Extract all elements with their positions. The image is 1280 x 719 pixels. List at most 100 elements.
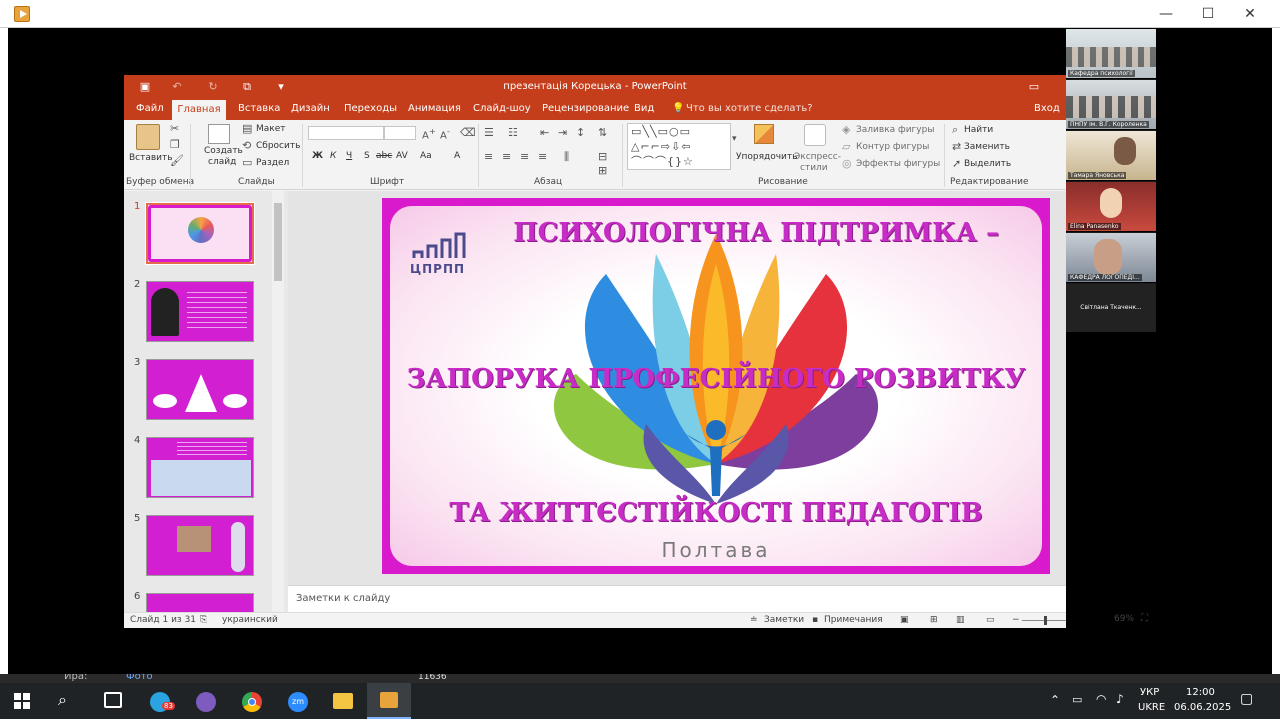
volume-icon[interactable]: ♪: [1116, 692, 1124, 706]
shape-effects-icon[interactable]: ◎: [842, 157, 852, 170]
input-language[interactable]: УКР: [1140, 687, 1159, 698]
section-icon[interactable]: ▭: [242, 156, 252, 169]
new-slide-icon[interactable]: [208, 124, 230, 144]
participant-tile[interactable]: Кафедра психології: [1066, 29, 1156, 79]
find-button[interactable]: Найти: [964, 125, 993, 135]
participant-tile[interactable]: КАФЕДРА ЛОГОПЕДІ...: [1066, 233, 1156, 283]
shadow-button[interactable]: S: [364, 151, 370, 161]
reading-view-icon[interactable]: ▥: [956, 615, 965, 625]
justify-icon[interactable]: ≡: [538, 150, 547, 163]
comments-icon[interactable]: ▪: [812, 615, 818, 625]
align-text-icon[interactable]: ⊟: [598, 150, 607, 163]
align-center-icon[interactable]: ≡: [502, 150, 511, 163]
minimize-button[interactable]: —: [1146, 4, 1186, 24]
select-icon[interactable]: ➚: [952, 157, 961, 170]
maximize-button[interactable]: ☐: [1188, 4, 1228, 24]
signin-link[interactable]: Вход: [1032, 103, 1062, 114]
select-button[interactable]: Выделить: [964, 159, 1011, 169]
layout-button[interactable]: Макет: [256, 124, 286, 134]
comments-button[interactable]: Примечания: [824, 615, 883, 625]
columns-icon[interactable]: ⫼: [564, 150, 569, 164]
tab-view[interactable]: Вид: [632, 103, 656, 114]
shape-fill-button[interactable]: Заливка фигуры: [856, 125, 934, 135]
notes-toggle-button[interactable]: Заметки: [764, 615, 804, 625]
paste-button[interactable]: Вставить: [129, 153, 173, 163]
notif-link[interactable]: Фото: [126, 674, 153, 682]
clear-format-icon[interactable]: ⌫: [460, 126, 476, 139]
quick-styles-icon[interactable]: [804, 124, 826, 146]
fit-slide-icon[interactable]: ⛶: [1141, 613, 1148, 624]
slide-thumbnail-1[interactable]: [145, 202, 255, 265]
strikethrough-button[interactable]: abc: [376, 151, 392, 161]
bold-button[interactable]: Ж: [312, 151, 323, 161]
font-size-combo[interactable]: [384, 126, 416, 140]
zoom-slider[interactable]: [1022, 616, 1066, 625]
slide-thumbnail-5[interactable]: [146, 515, 254, 576]
tab-design[interactable]: Дизайн: [289, 103, 332, 114]
notes-toggle-icon[interactable]: ≐: [750, 615, 758, 625]
font-color-button[interactable]: A: [454, 151, 460, 161]
smartart-icon[interactable]: ⊞: [598, 164, 607, 177]
slide-sorter-icon[interactable]: ⊞: [930, 615, 938, 625]
search-icon[interactable]: ⌕: [58, 690, 67, 710]
shape-outline-button[interactable]: Контур фигуры: [856, 142, 929, 152]
slide-thumbnail-3[interactable]: [146, 359, 254, 420]
tab-home[interactable]: Главная: [172, 100, 226, 120]
close-button[interactable]: ✕: [1230, 4, 1270, 24]
change-case-button[interactable]: Aa: [420, 151, 432, 161]
windows-start-icon[interactable]: [14, 693, 30, 709]
reset-icon[interactable]: ⟲: [242, 139, 251, 152]
reset-button[interactable]: Сбросить: [256, 141, 300, 151]
input-language-sub[interactable]: UKRE: [1138, 702, 1165, 713]
tab-insert[interactable]: Вставка: [236, 103, 282, 114]
find-icon[interactable]: ⌕: [952, 123, 958, 137]
chrome-icon[interactable]: [242, 692, 262, 712]
shrink-font-icon[interactable]: A-: [440, 126, 450, 141]
notifications-icon[interactable]: ▢: [1240, 691, 1253, 707]
shape-fill-icon[interactable]: ◈: [842, 123, 850, 136]
slide-thumbnail-6[interactable]: [146, 593, 254, 612]
new-slide-button-line2[interactable]: слайд: [208, 157, 236, 167]
clock-date[interactable]: 06.06.2025: [1174, 702, 1231, 713]
participant-tile[interactable]: Світлана Ткаченк...: [1066, 284, 1156, 333]
zoom-out-icon[interactable]: −: [1012, 615, 1020, 625]
shapes-more-icon[interactable]: ▾: [732, 134, 737, 144]
participant-tile[interactable]: ПНПУ ім. В.Г. Короленка: [1066, 80, 1156, 130]
tray-overflow-icon[interactable]: ⌃: [1050, 693, 1060, 707]
underline-button[interactable]: Ч: [346, 151, 352, 161]
align-left-icon[interactable]: ≡: [484, 150, 493, 163]
paste-icon[interactable]: [136, 124, 160, 150]
viber-icon[interactable]: [196, 692, 216, 712]
text-direction-icon[interactable]: ⇅: [598, 126, 607, 139]
normal-view-icon[interactable]: ▣: [900, 615, 909, 625]
layout-icon[interactable]: ▤: [242, 122, 252, 135]
zoom-level[interactable]: 69%: [1114, 614, 1134, 624]
tab-review[interactable]: Рецензирование: [540, 103, 631, 114]
clock-time[interactable]: 12:00: [1186, 687, 1215, 698]
replace-button[interactable]: Заменить: [964, 142, 1010, 152]
zoom-app-icon[interactable]: zm: [288, 692, 308, 712]
spelling-icon[interactable]: ⎘: [200, 615, 207, 625]
bullets-icon[interactable]: ☰: [484, 126, 494, 139]
shape-outline-icon[interactable]: ▱: [842, 140, 850, 153]
notes-pane[interactable]: Заметки к слайду: [288, 585, 1066, 612]
numbering-icon[interactable]: ☷: [508, 126, 518, 139]
tell-me-input[interactable]: Что вы хотите сделать?: [684, 103, 815, 114]
file-explorer-icon[interactable]: [333, 693, 353, 709]
new-slide-button[interactable]: Создать: [204, 146, 243, 156]
tab-transitions[interactable]: Переходы: [342, 103, 399, 114]
ribbon-display-options-icon[interactable]: ▭: [1027, 80, 1041, 94]
language-status[interactable]: украинский: [222, 615, 278, 625]
tab-animations[interactable]: Анимация: [406, 103, 463, 114]
arrange-icon[interactable]: [754, 124, 774, 144]
tab-slideshow[interactable]: Слайд-шоу: [471, 103, 533, 114]
format-painter-icon[interactable]: 🖌: [170, 154, 184, 167]
thumbnails-scroll-thumb[interactable]: [274, 203, 282, 281]
current-slide[interactable]: ЦПРПП ПСИХОЛОГІЧНА ПІДТРИМКА – ЗАПОРУКА …: [382, 198, 1050, 574]
quick-styles-button[interactable]: Экспресс-: [794, 152, 841, 162]
line-spacing-icon[interactable]: ↕: [576, 126, 585, 139]
slide-thumbnail-2[interactable]: [146, 281, 254, 342]
participant-tile[interactable]: Тамара Яновська: [1066, 131, 1156, 181]
slide-thumbnail-4[interactable]: [146, 437, 254, 498]
active-app-button[interactable]: [367, 683, 411, 719]
